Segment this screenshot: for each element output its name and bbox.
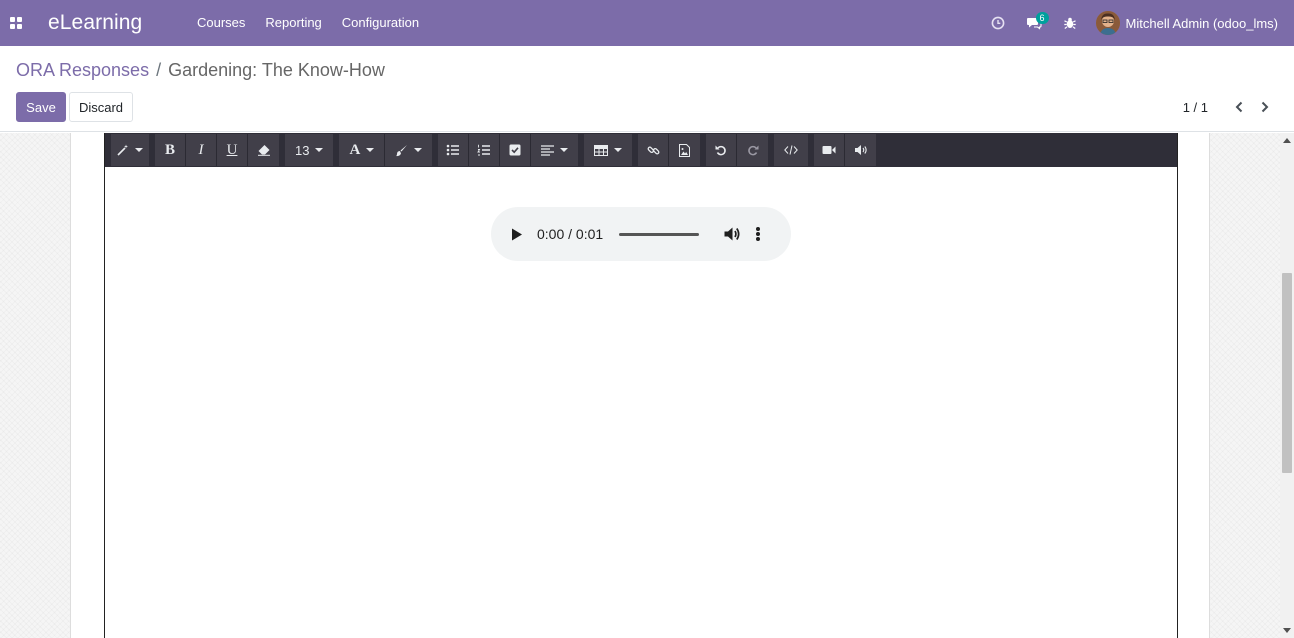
audio-player: 0:00 / 0:01 xyxy=(491,207,791,261)
messages-icon[interactable]: 6 xyxy=(1016,0,1052,46)
avatar xyxy=(1095,11,1120,35)
audio-progress-slider[interactable] xyxy=(619,232,700,236)
menu-configuration[interactable]: Configuration xyxy=(332,0,429,46)
navbar-systray: 6 Mitchell Admin (odoo_lms) xyxy=(980,0,1294,46)
italic-button[interactable]: I xyxy=(186,134,217,166)
underline-label: U xyxy=(226,141,238,158)
breadcrumb-separator: / xyxy=(156,60,162,80)
toolbar-group-fontsize: 13 xyxy=(285,134,334,166)
toolbar-group-media xyxy=(814,134,877,166)
toolbar-group-font: B I U xyxy=(155,134,279,166)
table-icon[interactable] xyxy=(584,134,633,166)
app-brand[interactable]: eLearning xyxy=(48,11,187,35)
undo-icon[interactable] xyxy=(706,134,738,166)
toolbar-group-code xyxy=(774,134,809,166)
toolbar-group-style xyxy=(111,134,149,166)
eraser-icon[interactable] xyxy=(248,134,279,166)
font-color-label: A xyxy=(349,141,361,158)
menu-courses[interactable]: Courses xyxy=(187,0,255,46)
bold-button[interactable]: B xyxy=(155,134,186,166)
user-menu[interactable]: Mitchell Admin (odoo_lms) xyxy=(1088,11,1294,35)
breadcrumb-parent[interactable]: ORA Responses xyxy=(16,60,149,81)
checklist-icon[interactable] xyxy=(500,134,532,166)
redo-icon[interactable] xyxy=(737,134,769,166)
bullet-list-icon[interactable] xyxy=(438,134,470,166)
style-magic-wand-icon[interactable] xyxy=(111,134,149,166)
editor-toolbar: B I U 13 A xyxy=(105,133,1177,167)
user-name: Mitchell Admin (odoo_lms) xyxy=(1125,15,1278,31)
play-icon[interactable] xyxy=(511,227,525,241)
link-icon[interactable] xyxy=(638,134,670,166)
toolbar-group-color: A xyxy=(339,134,433,166)
debug-bug-icon[interactable] xyxy=(1052,0,1088,46)
main-navbar: eLearning Courses Reporting Configuratio… xyxy=(0,0,1294,46)
form-view-background: B I U 13 A 0:00 / 0:01 xyxy=(0,133,1280,638)
align-dropdown[interactable] xyxy=(531,134,579,166)
toolbar-group-lists xyxy=(438,134,579,166)
apps-menu-icon[interactable] xyxy=(0,0,32,46)
pager-value[interactable]: 1 / 1 xyxy=(1183,100,1208,115)
messages-count-badge: 6 xyxy=(1035,12,1049,24)
audio-time: 0:00 / 0:01 xyxy=(537,226,604,242)
toolbar-group-table xyxy=(584,134,633,166)
breadcrumb: ORA Responses / Gardening: The Know-How xyxy=(16,60,385,81)
code-view-icon[interactable] xyxy=(774,134,809,166)
pager-previous-icon[interactable] xyxy=(1226,92,1252,122)
pager: 1 / 1 xyxy=(1183,92,1278,122)
activity-clock-icon[interactable] xyxy=(980,0,1016,46)
paint-brush-icon[interactable] xyxy=(385,134,433,166)
audio-icon[interactable] xyxy=(845,134,877,166)
numbered-list-icon[interactable] xyxy=(469,134,501,166)
control-panel: ORA Responses / Gardening: The Know-How … xyxy=(0,46,1294,132)
breadcrumb-current: Gardening: The Know-How xyxy=(168,60,385,80)
font-color-dropdown[interactable]: A xyxy=(339,134,386,166)
more-options-icon[interactable] xyxy=(755,225,761,243)
html-editor[interactable]: B I U 13 A 0:00 / 0:01 xyxy=(104,133,1178,638)
font-size-value: 13 xyxy=(295,142,310,158)
toolbar-group-history xyxy=(706,134,769,166)
font-size-dropdown[interactable]: 13 xyxy=(285,134,334,166)
bold-label: B xyxy=(164,141,175,158)
discard-button[interactable]: Discard xyxy=(69,92,133,122)
underline-button[interactable]: U xyxy=(217,134,248,166)
scrollbar-thumb[interactable] xyxy=(1282,273,1292,473)
image-icon[interactable] xyxy=(669,134,701,166)
scroll-up-arrow-icon[interactable] xyxy=(1283,138,1291,143)
toolbar-group-insert xyxy=(638,134,701,166)
page-scrollbar[interactable] xyxy=(1280,133,1294,638)
italic-label: I xyxy=(198,141,204,158)
form-sheet: B I U 13 A 0:00 / 0:01 xyxy=(70,133,1210,638)
save-button[interactable]: Save xyxy=(16,92,66,122)
video-icon[interactable] xyxy=(814,134,846,166)
top-menu: Courses Reporting Configuration xyxy=(187,0,429,46)
menu-reporting[interactable]: Reporting xyxy=(255,0,331,46)
pager-next-icon[interactable] xyxy=(1252,92,1278,122)
scroll-down-arrow-icon[interactable] xyxy=(1283,628,1291,633)
volume-icon[interactable] xyxy=(723,225,741,243)
